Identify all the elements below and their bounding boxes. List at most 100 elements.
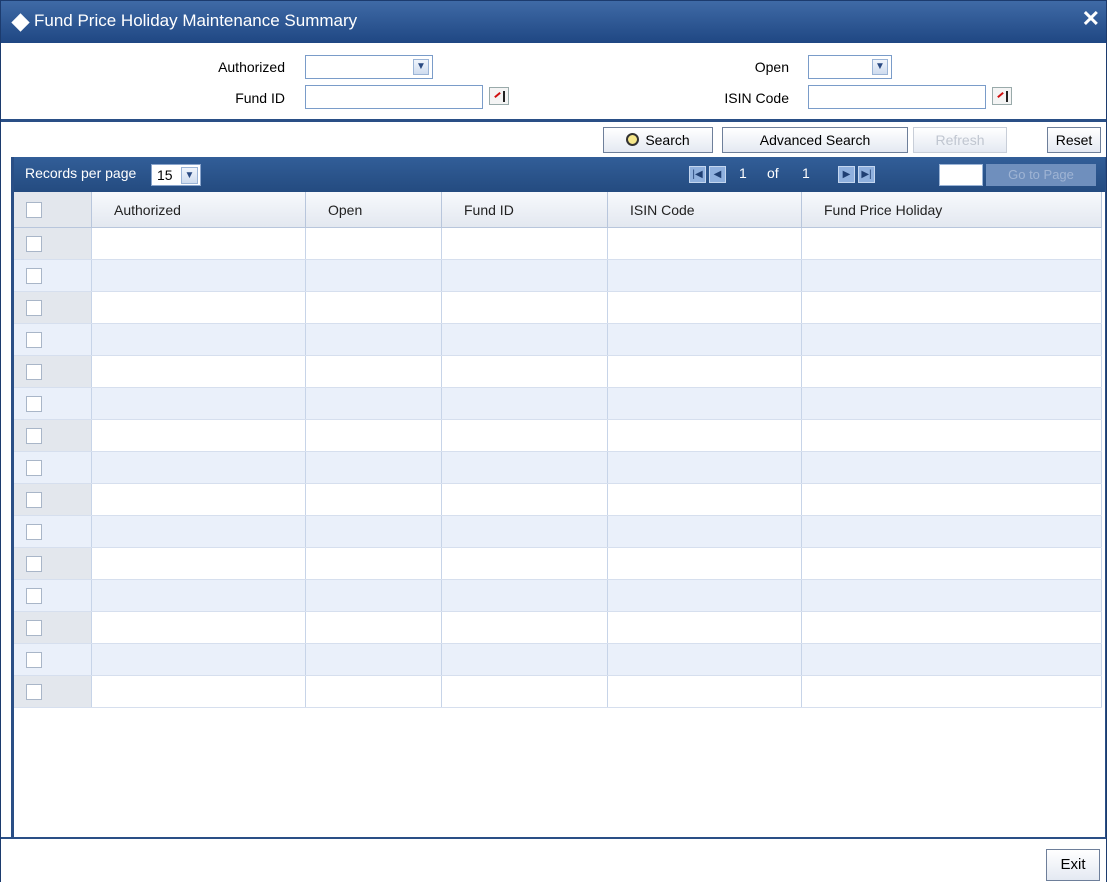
row-checkbox[interactable] — [14, 579, 92, 612]
table-row[interactable] — [14, 227, 1102, 260]
table-cell — [607, 227, 802, 260]
table-row[interactable] — [14, 259, 1102, 292]
records-per-page-select[interactable]: 15 ▼ — [151, 164, 201, 186]
chevron-down-icon[interactable]: ▼ — [181, 167, 198, 184]
column-header-fund-price-holiday[interactable]: Fund Price Holiday — [801, 192, 1102, 228]
first-page-icon[interactable]: |◀ — [689, 166, 706, 183]
table-cell — [801, 259, 1102, 292]
table-header-row: Authorized Open Fund ID ISIN Code Fund P… — [14, 192, 1102, 228]
table-row[interactable] — [14, 483, 1102, 516]
table-row[interactable] — [14, 419, 1102, 452]
row-checkbox[interactable] — [14, 611, 92, 644]
table-cell — [441, 419, 608, 452]
column-header-fund-id[interactable]: Fund ID — [441, 192, 608, 228]
results-grid: Records per page 15 ▼ |◀ ◀ 1 of 1 ▶ ▶| G… — [11, 157, 1106, 837]
row-checkbox[interactable] — [14, 451, 92, 484]
table-row[interactable] — [14, 291, 1102, 324]
goto-page-input[interactable] — [939, 164, 983, 186]
last-page-icon[interactable]: ▶| — [858, 166, 875, 183]
table-cell — [305, 323, 442, 356]
row-checkbox[interactable] — [14, 323, 92, 356]
table-cell — [91, 291, 306, 324]
column-header-authorized[interactable]: Authorized — [91, 192, 306, 228]
fund-id-label: Fund ID — [235, 90, 285, 106]
table-row[interactable] — [14, 547, 1102, 580]
table-cell — [91, 323, 306, 356]
table-cell — [607, 579, 802, 612]
row-checkbox[interactable] — [14, 291, 92, 324]
table-row[interactable] — [14, 675, 1102, 708]
column-header-isin-code[interactable]: ISIN Code — [607, 192, 802, 228]
refresh-button[interactable]: Refresh — [913, 127, 1007, 153]
row-checkbox[interactable] — [14, 355, 92, 388]
table-cell — [305, 259, 442, 292]
fund-id-input[interactable] — [305, 85, 483, 109]
table-row[interactable] — [14, 611, 1102, 644]
table-cell — [801, 515, 1102, 548]
row-checkbox[interactable] — [14, 547, 92, 580]
table-cell — [91, 675, 306, 708]
table-cell — [305, 675, 442, 708]
table-cell — [801, 291, 1102, 324]
table-cell — [441, 355, 608, 388]
table-cell — [801, 675, 1102, 708]
reset-button[interactable]: Reset — [1047, 127, 1101, 153]
next-page-icon[interactable]: ▶ — [838, 166, 855, 183]
row-checkbox[interactable] — [14, 227, 92, 260]
table-cell — [801, 579, 1102, 612]
exit-button[interactable]: Exit — [1046, 849, 1100, 881]
total-pages: 1 — [802, 165, 810, 181]
row-checkbox[interactable] — [14, 643, 92, 676]
table-cell — [305, 291, 442, 324]
row-checkbox[interactable] — [14, 483, 92, 516]
goto-page-button[interactable]: Go to Page — [986, 164, 1096, 186]
table-cell — [91, 419, 306, 452]
action-toolbar: Search Advanced Search Refresh Reset — [1, 122, 1106, 156]
prev-page-icon[interactable]: ◀ — [709, 166, 726, 183]
row-checkbox[interactable] — [14, 259, 92, 292]
table-cell — [91, 611, 306, 644]
row-checkbox[interactable] — [14, 675, 92, 708]
chevron-down-icon[interactable]: ▼ — [413, 59, 429, 75]
table-cell — [91, 259, 306, 292]
grid-toolbar: Records per page 15 ▼ |◀ ◀ 1 of 1 ▶ ▶| G… — [14, 157, 1105, 192]
fund-id-lov-icon[interactable] — [489, 87, 509, 105]
advanced-search-button[interactable]: Advanced Search — [722, 127, 908, 153]
table-cell — [305, 419, 442, 452]
table-cell — [607, 547, 802, 580]
table-row[interactable] — [14, 451, 1102, 484]
summary-window: Fund Price Holiday Maintenance Summary ✕… — [0, 0, 1107, 883]
authorized-label: Authorized — [218, 59, 285, 75]
row-checkbox[interactable] — [14, 515, 92, 548]
table-cell — [607, 483, 802, 516]
chevron-down-icon[interactable]: ▼ — [872, 59, 888, 75]
table-row[interactable] — [14, 355, 1102, 388]
results-table: Authorized Open Fund ID ISIN Code Fund P… — [14, 192, 1102, 708]
table-cell — [305, 355, 442, 388]
table-cell — [305, 579, 442, 612]
table-row[interactable] — [14, 643, 1102, 676]
table-row[interactable] — [14, 323, 1102, 356]
isin-code-label: ISIN Code — [724, 90, 789, 106]
table-cell — [441, 643, 608, 676]
table-cell — [441, 515, 608, 548]
select-all-checkbox[interactable] — [14, 192, 92, 228]
table-row[interactable] — [14, 387, 1102, 420]
table-cell — [305, 451, 442, 484]
isin-code-input[interactable] — [808, 85, 986, 109]
table-cell — [441, 259, 608, 292]
open-select[interactable]: ▼ — [808, 55, 892, 79]
table-row[interactable] — [14, 579, 1102, 612]
table-cell — [607, 259, 802, 292]
row-checkbox[interactable] — [14, 387, 92, 420]
search-button[interactable]: Search — [603, 127, 713, 153]
isin-code-lov-icon[interactable] — [992, 87, 1012, 105]
table-row[interactable] — [14, 515, 1102, 548]
column-header-open[interactable]: Open — [305, 192, 442, 228]
table-cell — [91, 387, 306, 420]
row-checkbox[interactable] — [14, 419, 92, 452]
close-icon[interactable]: ✕ — [1082, 7, 1100, 31]
current-page: 1 — [739, 165, 747, 181]
table-cell — [305, 611, 442, 644]
authorized-select[interactable]: ▼ — [305, 55, 433, 79]
